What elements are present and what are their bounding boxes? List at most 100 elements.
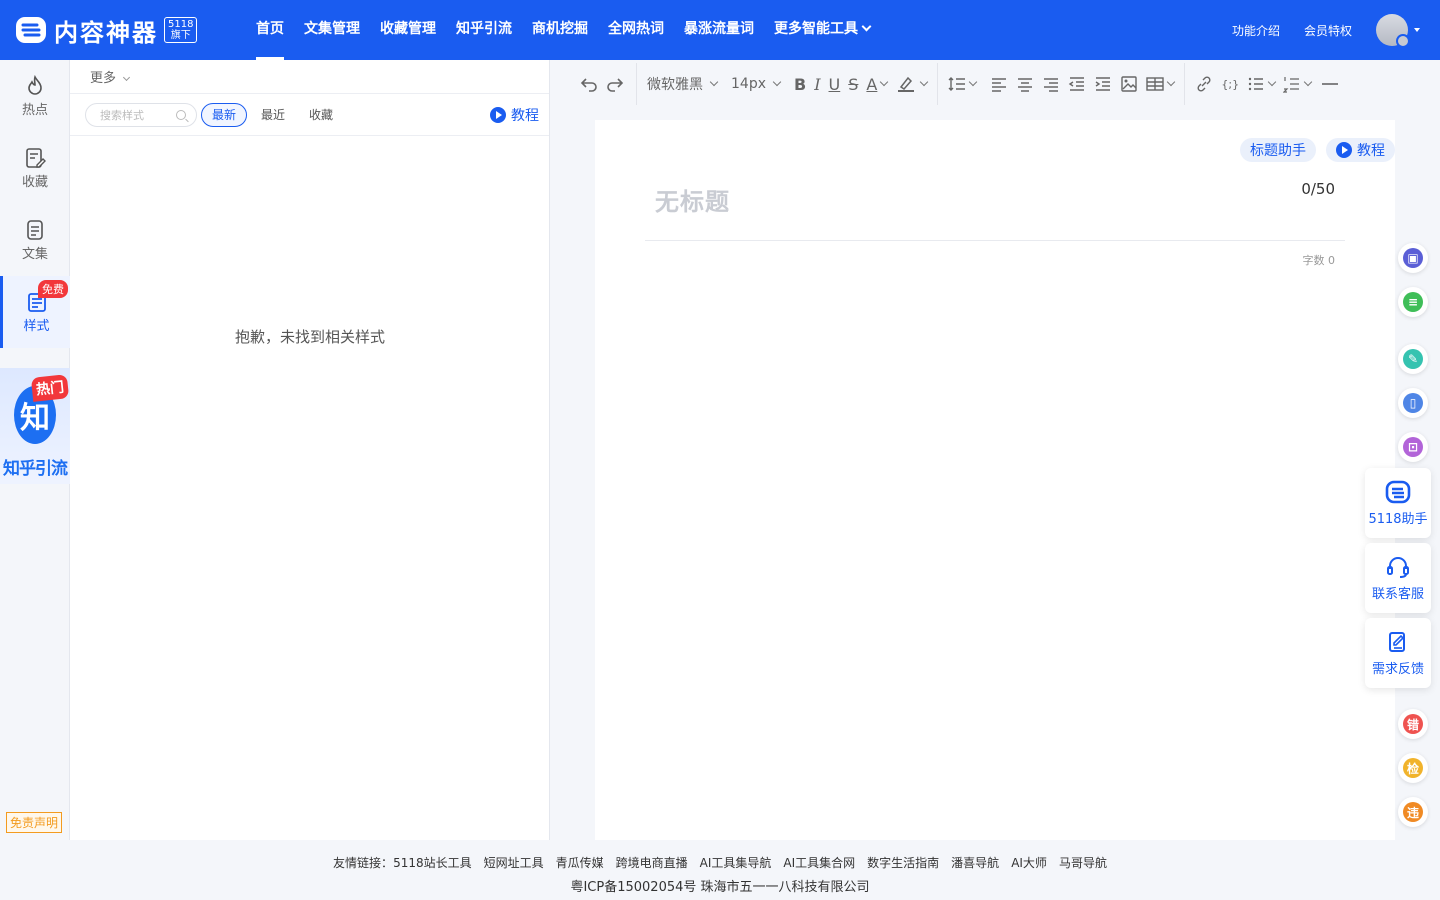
footer-link[interactable]: 马哥导航 xyxy=(1059,854,1107,871)
underline-button[interactable]: U xyxy=(829,72,841,96)
footer-links-prefix: 友情链接： xyxy=(333,856,394,870)
footer-link[interactable]: 短网址工具 xyxy=(484,854,544,871)
zhihu-promo-label: 知乎引流 xyxy=(3,459,68,479)
indent-icon[interactable] xyxy=(1094,75,1112,93)
toolbar-divider xyxy=(1184,63,1186,105)
caret-down-icon[interactable] xyxy=(1414,28,1420,32)
italic-button[interactable]: I xyxy=(814,72,820,96)
rail-item-styles[interactable]: 免费 样式 xyxy=(0,276,70,348)
footer-link[interactable]: 青瓜传媒 xyxy=(556,854,604,871)
nav-home[interactable]: 首页 xyxy=(256,0,284,60)
feedback-card[interactable]: 需求反馈 xyxy=(1365,618,1431,688)
nav-opportunities[interactable]: 商机挖掘 xyxy=(532,0,588,60)
flame-icon xyxy=(28,74,42,95)
footer-link[interactable]: 跨境电商直播 xyxy=(616,854,688,871)
chevron-down-icon[interactable] xyxy=(880,77,889,87)
title-input[interactable]: 无标题 xyxy=(655,182,730,217)
assistant-card[interactable]: 5118助手 xyxy=(1365,468,1431,538)
rail-item-favorites[interactable]: 收藏 xyxy=(0,132,70,204)
assistant-logo-icon xyxy=(1385,480,1411,503)
bold-button[interactable]: B xyxy=(794,72,806,96)
logo-mark-icon xyxy=(16,17,46,43)
free-badge: 免费 xyxy=(38,280,68,298)
customer-service-card[interactable]: 联系客服 xyxy=(1365,543,1431,613)
image-icon[interactable] xyxy=(1120,75,1138,93)
horizontal-rule-icon[interactable] xyxy=(1321,75,1339,93)
nav-surge-words[interactable]: 暴涨流量词 xyxy=(684,0,754,60)
search-icon[interactable] xyxy=(176,109,186,120)
chevron-down-icon[interactable] xyxy=(1167,77,1176,87)
undo-icon[interactable] xyxy=(580,75,598,93)
avatar[interactable] xyxy=(1376,14,1410,48)
note-teal-fab[interactable]: ✎ xyxy=(1398,344,1428,374)
align-right-icon[interactable] xyxy=(1042,75,1060,93)
footer-link[interactable]: AI大师 xyxy=(1011,854,1047,871)
nav-hot-words[interactable]: 全网热词 xyxy=(608,0,664,60)
title-helper-button[interactable]: 标题助手 xyxy=(1240,138,1316,162)
nav-favorites[interactable]: 收藏管理 xyxy=(380,0,436,60)
logo[interactable]: 内容神器 5118 旗下 xyxy=(14,13,234,48)
vip-badge-icon xyxy=(1396,34,1410,48)
zhihu-promo[interactable]: 知 热门 知乎引流 xyxy=(0,368,70,484)
outdent-icon[interactable] xyxy=(1068,75,1086,93)
line-height-icon[interactable] xyxy=(948,75,966,93)
save-doc-icon: ▣ xyxy=(1403,248,1423,268)
footer-link[interactable]: AI工具集导航 xyxy=(700,854,772,871)
code-button[interactable]: {;} xyxy=(1221,72,1239,96)
align-left-icon[interactable] xyxy=(990,75,1008,93)
highlight-icon[interactable] xyxy=(897,75,915,93)
chevron-down-icon[interactable] xyxy=(969,77,978,87)
table-icon[interactable] xyxy=(1146,75,1165,93)
style-search-input[interactable]: 搜索样式 xyxy=(85,102,197,127)
numbered-list-icon[interactable] xyxy=(1283,75,1301,93)
nav-collections[interactable]: 文集管理 xyxy=(304,0,360,60)
bullet-list-icon[interactable] xyxy=(1247,75,1265,93)
footer-link[interactable]: 潘喜导航 xyxy=(951,854,999,871)
rail-item-collections[interactable]: 文集 xyxy=(0,204,70,276)
editor-area: 微软雅黑 14px B I U S A {;} 标题助手 教程 无标题 0/50… xyxy=(550,60,1440,840)
inspect-fab[interactable]: 检 xyxy=(1398,753,1428,783)
left-rail: 热点 收藏 文集 免费 样式 知 热门 知乎引流 免责声明 xyxy=(0,60,70,840)
font-color-button[interactable]: A xyxy=(866,72,877,96)
filter-recent[interactable]: 最近 xyxy=(251,103,295,127)
rail-item-hot[interactable]: 热点 xyxy=(0,60,70,132)
error-check-fab[interactable]: 错 xyxy=(1398,709,1428,739)
chevron-down-icon[interactable] xyxy=(1267,77,1277,87)
style-tutorial-link[interactable]: 教程 xyxy=(490,105,539,125)
footer-link[interactable]: AI工具集合网 xyxy=(783,854,855,871)
violation-fab[interactable]: 违 xyxy=(1398,797,1428,827)
editor-toolbar: 微软雅黑 14px B I U S A {;} xyxy=(550,60,1440,108)
align-center-icon[interactable] xyxy=(1016,75,1034,93)
editor-tutorial-button[interactable]: 教程 xyxy=(1326,138,1395,162)
save-doc-fab[interactable]: ▣ xyxy=(1398,243,1428,273)
error-icon: 错 xyxy=(1403,714,1423,734)
member-privilege-link[interactable]: 会员特权 xyxy=(1304,22,1352,39)
footer-link[interactable]: 数字生活指南 xyxy=(867,854,939,871)
nav-more-tools[interactable]: 更多智能工具 xyxy=(774,0,872,60)
feature-intro-link[interactable]: 功能介绍 xyxy=(1232,22,1280,39)
redo-icon[interactable] xyxy=(606,75,624,93)
disclaimer-link[interactable]: 免责声明 xyxy=(6,812,63,833)
rail-item-label: 文集 xyxy=(21,246,48,262)
nav-zhihu[interactable]: 知乎引流 xyxy=(456,0,512,60)
link-icon[interactable] xyxy=(1195,75,1213,93)
font-family-select[interactable]: 微软雅黑 xyxy=(647,74,719,94)
chevron-down-icon[interactable] xyxy=(1303,77,1313,87)
paper-tools: 标题助手 教程 xyxy=(1230,138,1395,162)
phone-icon: ▯ xyxy=(1403,393,1423,413)
word-count: 字数 0 xyxy=(1302,254,1336,267)
strikethrough-button[interactable]: S xyxy=(848,72,858,96)
image-check-fab[interactable]: ⊡ xyxy=(1398,432,1428,462)
bookmark-edit-icon xyxy=(26,147,46,168)
toolbar-divider xyxy=(937,63,939,105)
footer-link[interactable]: 5118站长工具 xyxy=(393,854,472,871)
filter-favorites[interactable]: 收藏 xyxy=(299,103,343,127)
chevron-down-icon[interactable] xyxy=(920,77,929,87)
more-dropdown[interactable]: 更多 xyxy=(90,67,131,86)
note-green-fab[interactable]: ≡ xyxy=(1398,287,1428,317)
phone-fab[interactable]: ▯ xyxy=(1398,388,1428,418)
filter-latest[interactable]: 最新 xyxy=(201,102,248,127)
editor-paper[interactable]: 标题助手 教程 无标题 0/50 字数 0 xyxy=(595,120,1395,840)
icp-record[interactable]: 粤ICP备15002054号 珠海市五一一八科技有限公司 xyxy=(0,876,1440,895)
font-size-select[interactable]: 14px xyxy=(731,76,782,92)
